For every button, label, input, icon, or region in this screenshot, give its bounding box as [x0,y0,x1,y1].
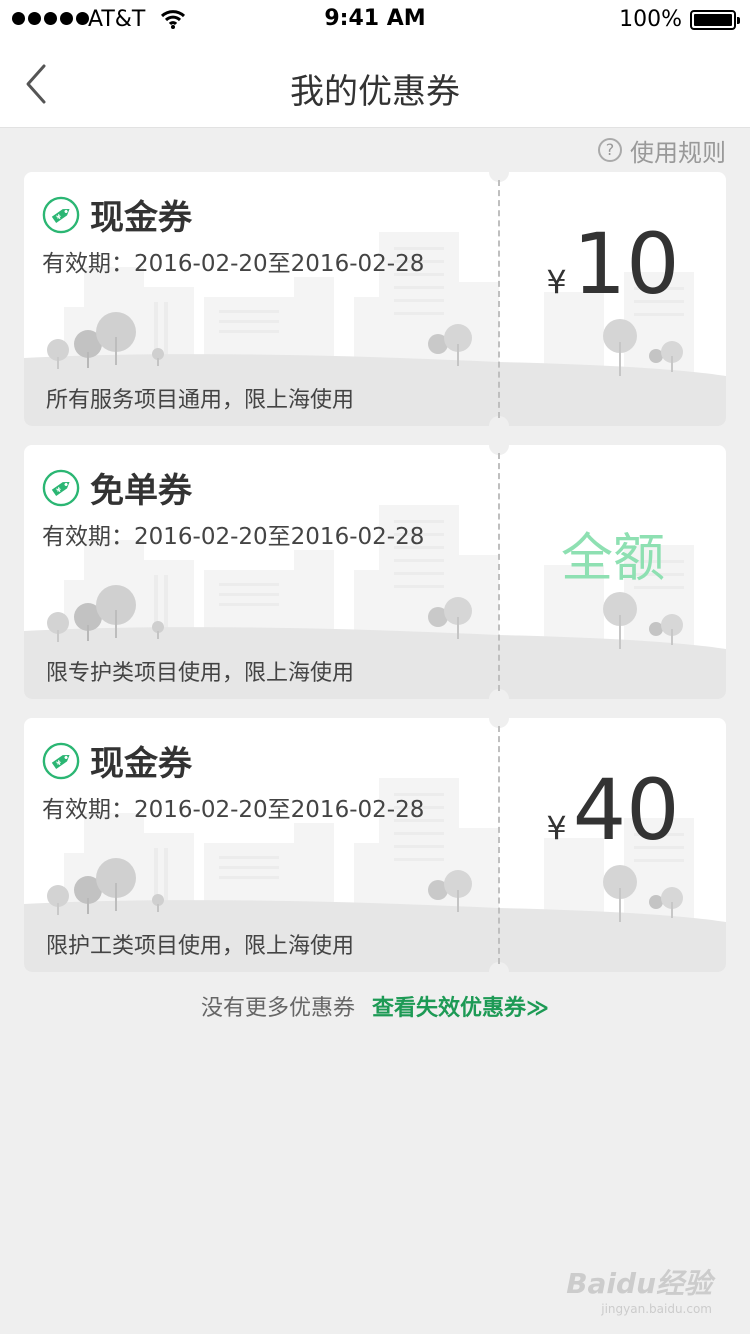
battery-percentage: 100% [619,7,682,32]
coupon-title: 现金券 [90,744,192,784]
coupon-tag-icon [42,742,80,780]
list-footer: 没有更多优惠券 查看失效优惠券≫ [0,990,750,1022]
coupon-validity: 有效期：2016-02-20至2016-02-28 [42,251,425,277]
coupon-title-row: 现金券 [42,736,192,785]
coupon-validity: 有效期：2016-02-20至2016-02-28 [42,524,425,550]
coupon-usage-note: 所有服务项目通用，限上海使用 [46,388,355,413]
coupon-amount: 全额 [500,495,726,605]
coupon-amount: ¥ 40 [500,768,726,878]
coupon-card[interactable]: 免单券 有效期：2016-02-20至2016-02-28 全额 限专护类项目使… [24,445,726,699]
watermark-url: jingyan.baidu.com [601,1302,712,1316]
status-bar: AT&T 9:41 AM 100% [0,0,750,40]
coupon-usage-note: 限专护类项目使用，限上海使用 [46,661,355,686]
coupon-amount: ¥ 10 [500,222,726,332]
amount-value: 10 [572,215,680,313]
coupon-validity: 有效期：2016-02-20至2016-02-28 [42,797,425,823]
amount-value: 40 [572,761,680,859]
watermark-brand: Baidu经验 [566,1267,712,1300]
view-expired-coupons-link[interactable]: 查看失效优惠券≫ [372,996,549,1021]
coupon-tag-icon [42,469,80,507]
battery-icon [690,10,740,30]
coupon-card[interactable]: 现金券 有效期：2016-02-20至2016-02-28 ¥ 10 所有服务项… [24,172,726,426]
baidu-watermark-logo: Baidu经验 jingyan.baidu.com [566,1262,712,1316]
usage-rules-label: 使用规则 [630,138,726,167]
coupon-title: 现金券 [90,198,192,238]
full-amount-label: 全额 [560,529,665,589]
coupon-title-row: 现金券 [42,190,192,239]
coupon-usage-note: 限护工类项目使用，限上海使用 [46,934,355,959]
page-title: 我的优惠券 [290,72,460,112]
coupon-card[interactable]: 现金券 有效期：2016-02-20至2016-02-28 ¥ 40 限护工类项… [24,718,726,972]
question-icon: ? [598,138,622,162]
usage-rules-link[interactable]: ? 使用规则 [598,136,726,167]
coupon-title-row: 免单券 [42,463,192,512]
nav-bar: 我的优惠券 [0,40,750,128]
coupon-tag-icon [42,196,80,234]
currency-symbol: ¥ [546,263,567,301]
no-more-coupons-text: 没有更多优惠券 [200,996,355,1021]
coupon-title: 免单券 [90,471,192,511]
currency-symbol: ¥ [546,809,567,847]
